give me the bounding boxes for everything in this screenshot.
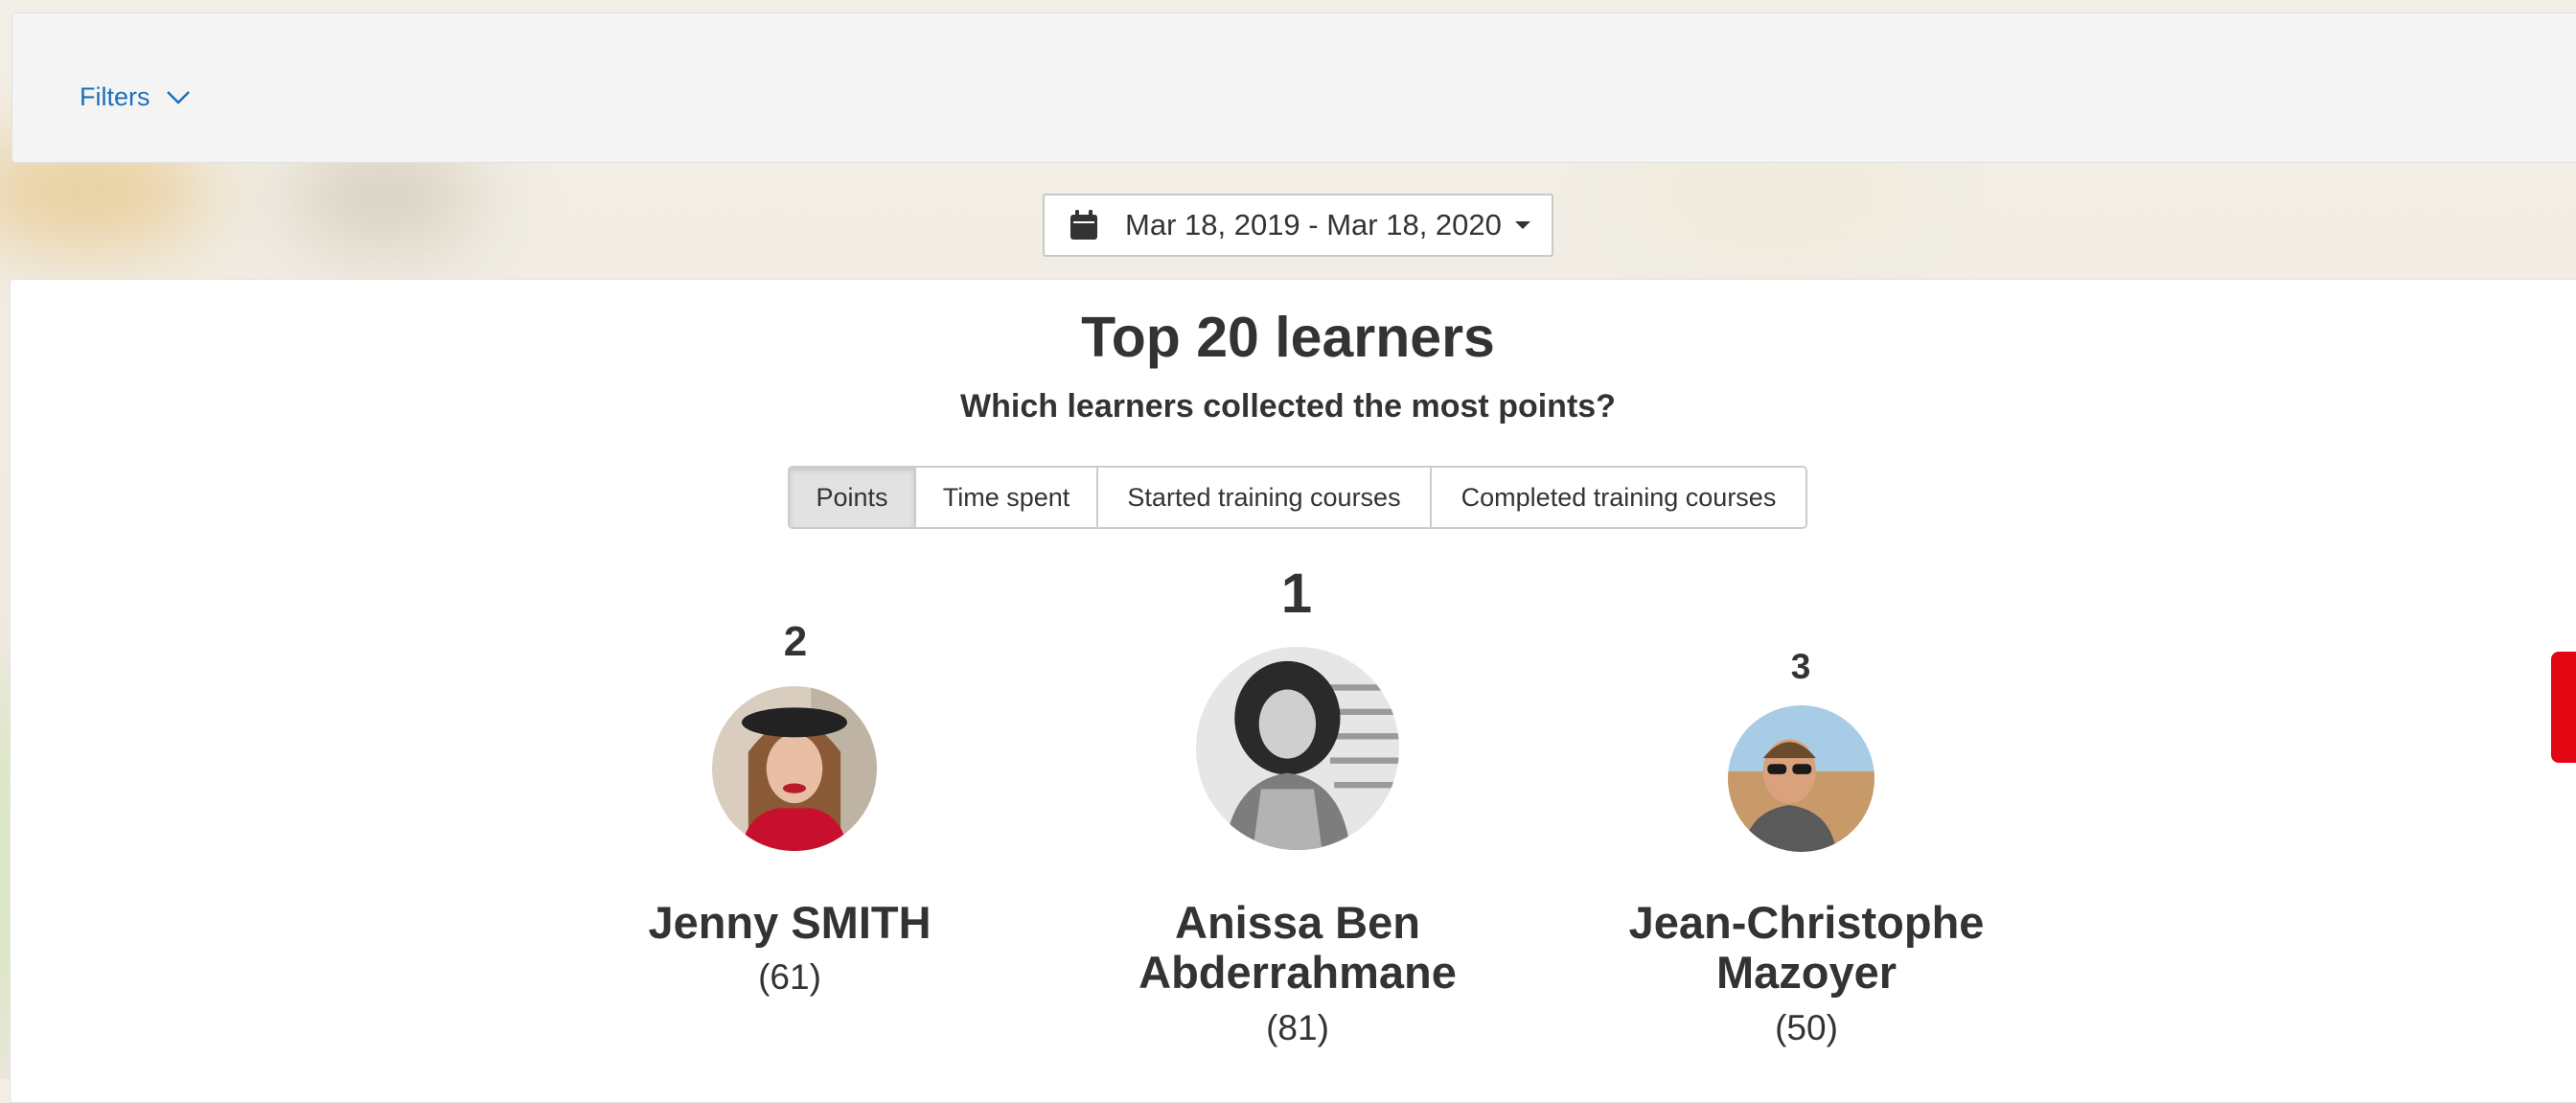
rank-third: 3 — [1790, 647, 1811, 686]
learner-score-first: (81) — [1266, 1008, 1329, 1047]
widget-subtitle: Which learners collected the most points… — [960, 388, 1616, 425]
learner-score-third: (50) — [1775, 1008, 1838, 1047]
learner-name-third-line2: Mazoyer — [1715, 947, 1898, 998]
learner-name-first-line1: Anissa Ben — [1175, 897, 1420, 948]
learner-name-first: Anissa Ben Abderrahmane — [1079, 898, 1516, 998]
rank-first: 1 — [1280, 563, 1313, 625]
tab-started-training-courses[interactable]: Started training courses — [1096, 468, 1430, 527]
metric-tabs: Points Time spent Started training cours… — [788, 466, 1807, 529]
caret-down-icon — [1514, 221, 1530, 229]
filters-panel: Filters — [12, 12, 2576, 163]
learner-photo — [1196, 647, 1399, 850]
side-feedback-tab[interactable] — [2551, 652, 2576, 763]
avatar-jenny-smith[interactable] — [712, 686, 877, 851]
date-range-label: Mar 18, 2019 - Mar 18, 2020 — [1125, 208, 1502, 241]
chevron-down-icon — [166, 90, 190, 104]
tab-completed-training-courses[interactable]: Completed training courses — [1430, 468, 1806, 527]
calendar-icon — [1070, 210, 1097, 240]
learner-photo — [712, 686, 877, 851]
widget-title: Top 20 learners — [1081, 306, 1495, 369]
learner-name-first-line2: Abderrahmane — [1138, 947, 1457, 998]
filters-label: Filters — [80, 82, 150, 111]
learner-name-third: Jean-Christophe Mazoyer — [1572, 898, 2041, 998]
learner-name-second: Jenny SMITH — [648, 897, 932, 948]
date-range-picker[interactable]: Mar 18, 2019 - Mar 18, 2020 — [1043, 194, 1553, 257]
rank-second: 2 — [783, 618, 808, 665]
learner-name-third-line1: Jean-Christophe — [1628, 897, 1985, 948]
learner-score-second: (61) — [758, 957, 821, 997]
tab-time-spent[interactable]: Time spent — [914, 468, 1096, 527]
learner-photo — [1728, 705, 1874, 852]
avatar-jean-christophe-mazoyer[interactable] — [1728, 705, 1874, 852]
tab-points[interactable]: Points — [790, 468, 914, 527]
avatar-anissa-ben-abderrahmane[interactable] — [1196, 647, 1399, 850]
filters-toggle[interactable]: Filters — [80, 82, 191, 112]
